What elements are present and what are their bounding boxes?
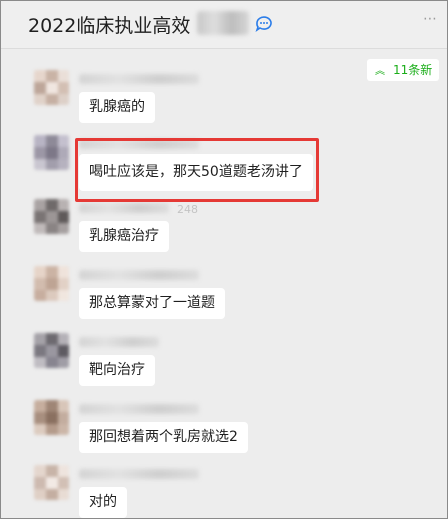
message-bubble[interactable]: 乳腺癌的 <box>79 92 155 123</box>
sender-name-redacted <box>79 404 199 414</box>
chat-window: 2022临床执业高效 ⋯ ︽ 11条新 乳腺癌的 喝吐应该是，那天50道题老汤讲… <box>0 0 448 519</box>
sender-name-redacted <box>79 337 159 347</box>
sender-name-redacted <box>79 203 169 213</box>
chat-bubble-icon[interactable] <box>254 14 274 34</box>
message-bubble[interactable]: 乳腺癌治疗 <box>79 221 169 252</box>
redacted-number: 248 <box>177 203 198 216</box>
group-title: 2022临床执业高效 <box>28 15 191 37</box>
avatar[interactable] <box>34 199 69 234</box>
highlight-box <box>75 138 319 202</box>
message-bubble[interactable]: 那回想着两个乳房就选2 <box>79 422 248 453</box>
sender-name-redacted <box>79 74 199 84</box>
more-icon[interactable]: ⋯ <box>423 11 437 27</box>
avatar[interactable] <box>34 266 69 301</box>
avatar[interactable] <box>34 70 69 105</box>
message-list: 乳腺癌的 喝吐应该是，那天50道题老汤讲了 248 乳腺癌治疗 那总算蒙对了一道… <box>1 49 447 518</box>
avatar[interactable] <box>34 465 69 500</box>
message-bubble[interactable]: 靶向治疗 <box>79 355 155 386</box>
sender-name-redacted <box>79 469 199 479</box>
avatar[interactable] <box>34 400 69 435</box>
chat-header: 2022临床执业高效 ⋯ <box>1 1 447 49</box>
message-bubble[interactable]: 对的 <box>79 487 127 518</box>
avatar[interactable] <box>34 135 69 170</box>
title-redacted <box>197 11 249 35</box>
avatar[interactable] <box>34 333 69 368</box>
sender-name-redacted <box>79 270 199 280</box>
message-bubble[interactable]: 那总算蒙对了一道题 <box>79 288 225 319</box>
